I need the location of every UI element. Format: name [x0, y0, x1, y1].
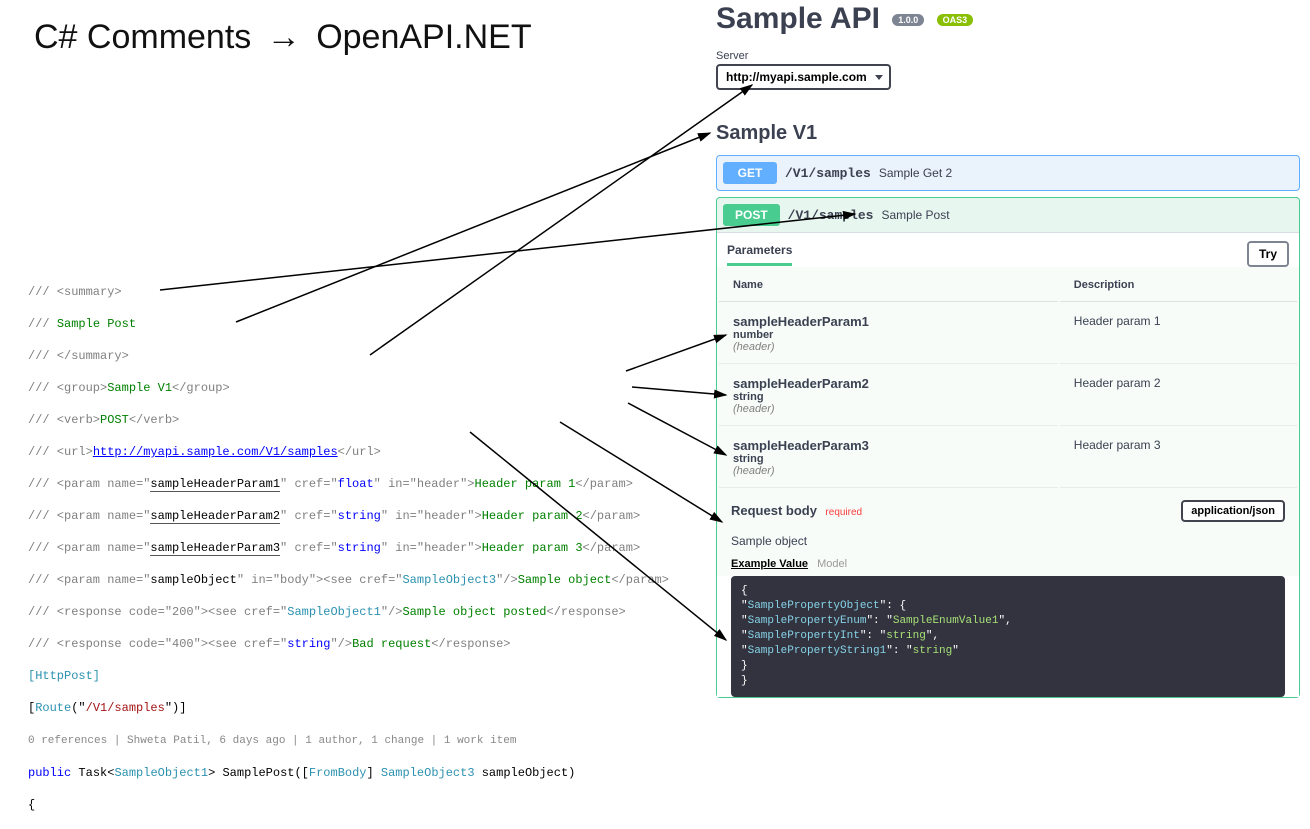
example-json[interactable]: { "SamplePropertyObject": { "SamplePrope…: [731, 576, 1285, 697]
required-badge: required: [825, 507, 862, 518]
attr-route: Route: [35, 701, 71, 715]
tab-example-value[interactable]: Example Value: [731, 558, 808, 570]
content-type-dropdown[interactable]: application/json: [1181, 500, 1285, 522]
title-left: C# Comments: [34, 18, 251, 56]
param-body-name: sampleObject: [150, 573, 236, 587]
csharp-xml-comments: /// <summary> /// Sample Post /// </summ…: [28, 268, 688, 829]
oas-badge: OAS3: [937, 14, 974, 26]
xml-summary-close: /// </summary>: [28, 349, 129, 363]
method-get-badge: GET: [723, 162, 777, 184]
parameters-tab[interactable]: Parameters: [727, 243, 792, 266]
request-body-title: Request body: [731, 503, 817, 518]
server-dropdown[interactable]: http://myapi.sample.com: [716, 64, 891, 90]
param3-name: sampleHeaderParam3: [150, 541, 280, 556]
xml-summary-text: Sample Post: [57, 317, 136, 331]
xml-group-text: Sample V1: [107, 381, 172, 395]
op-get-path: /V1/samples: [785, 166, 871, 181]
op-get-desc: Sample Get 2: [879, 166, 952, 180]
op-get-block[interactable]: GET /V1/samples Sample Get 2: [716, 155, 1300, 191]
codelens-info[interactable]: 0 references | Shweta Patil, 6 days ago …: [28, 735, 516, 747]
xml-verb-text: POST: [100, 413, 129, 427]
server-label: Server: [716, 50, 1310, 62]
arrow-right-icon: →: [267, 18, 301, 57]
op-post-block[interactable]: POST /V1/samples Sample Post Parameters …: [716, 197, 1300, 698]
tab-model[interactable]: Model: [817, 558, 847, 570]
swagger-ui: Sample API 1.0.0 OAS3 Server http://myap…: [706, 0, 1310, 711]
version-badge: 1.0.0: [892, 14, 924, 26]
col-name: Name: [719, 269, 1058, 302]
xml-summary-open: /// <summary>: [28, 285, 122, 299]
param1-name: sampleHeaderParam1: [150, 477, 280, 492]
parameters-table: Name Description sampleHeaderParam1 numb…: [717, 267, 1299, 490]
section-title[interactable]: Sample V1: [716, 122, 1310, 145]
try-button[interactable]: Try: [1247, 241, 1289, 267]
page-title: C# Comments → OpenAPI.NET: [34, 18, 532, 57]
table-row: sampleHeaderParam1 number (header) Heade…: [719, 304, 1297, 364]
table-row: sampleHeaderParam3 string (header) Heade…: [719, 428, 1297, 488]
table-row: sampleHeaderParam2 string (header) Heade…: [719, 366, 1297, 426]
xml-url-link[interactable]: http://myapi.sample.com/V1/samples: [93, 445, 338, 459]
method-post-badge: POST: [723, 204, 780, 226]
request-body-desc: Sample object: [717, 528, 1299, 554]
title-right: OpenAPI.NET: [316, 18, 531, 56]
attr-httppost: [HttpPost]: [28, 669, 100, 683]
col-desc: Description: [1060, 269, 1297, 302]
op-post-desc: Sample Post: [882, 208, 950, 222]
param2-name: sampleHeaderParam2: [150, 509, 280, 524]
op-post-path: /V1/samples: [788, 208, 874, 223]
api-title: Sample API 1.0.0 OAS3: [716, 2, 1310, 36]
